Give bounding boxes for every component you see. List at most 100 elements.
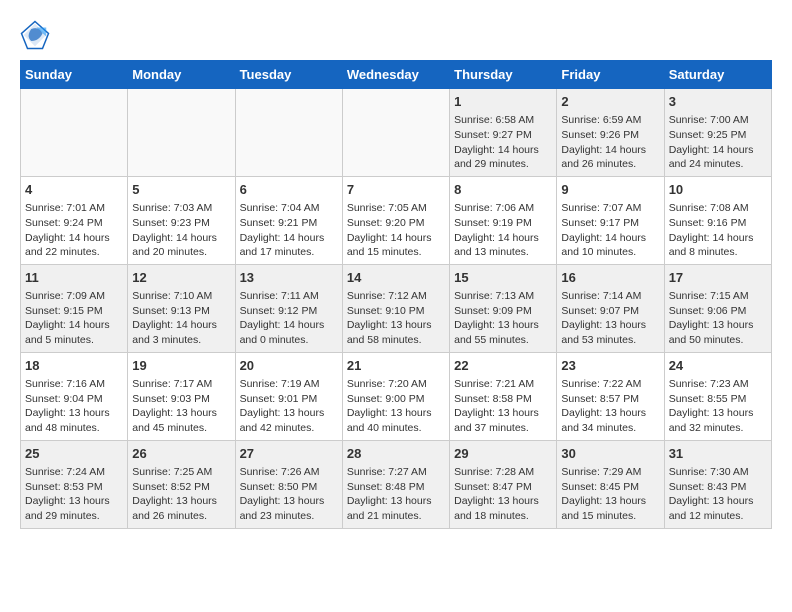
calendar-cell: 15Sunrise: 7:13 AMSunset: 9:09 PMDayligh… <box>450 264 557 352</box>
calendar-cell: 3Sunrise: 7:00 AMSunset: 9:25 PMDaylight… <box>664 89 771 177</box>
day-number: 25 <box>25 445 123 463</box>
cell-info: Sunset: 9:20 PM <box>347 216 445 231</box>
cell-info: Sunrise: 7:05 AM <box>347 201 445 216</box>
cell-info: Sunset: 9:21 PM <box>240 216 338 231</box>
cell-info: and 45 minutes. <box>132 421 230 436</box>
day-number: 16 <box>561 269 659 287</box>
calendar-cell: 26Sunrise: 7:25 AMSunset: 8:52 PMDayligh… <box>128 440 235 528</box>
calendar-cell: 12Sunrise: 7:10 AMSunset: 9:13 PMDayligh… <box>128 264 235 352</box>
calendar-cell: 11Sunrise: 7:09 AMSunset: 9:15 PMDayligh… <box>21 264 128 352</box>
day-number: 11 <box>25 269 123 287</box>
cell-info: Sunrise: 7:06 AM <box>454 201 552 216</box>
cell-info: Sunrise: 7:15 AM <box>669 289 767 304</box>
cell-info: Sunrise: 7:12 AM <box>347 289 445 304</box>
cell-info: and 26 minutes. <box>132 509 230 524</box>
cell-info: Sunset: 9:09 PM <box>454 304 552 319</box>
weekday-header-saturday: Saturday <box>664 61 771 89</box>
calendar-cell: 14Sunrise: 7:12 AMSunset: 9:10 PMDayligh… <box>342 264 449 352</box>
day-number: 15 <box>454 269 552 287</box>
day-number: 13 <box>240 269 338 287</box>
cell-info: Sunset: 8:48 PM <box>347 480 445 495</box>
day-number: 6 <box>240 181 338 199</box>
cell-info: Sunrise: 7:00 AM <box>669 113 767 128</box>
calendar-cell: 19Sunrise: 7:17 AMSunset: 9:03 PMDayligh… <box>128 352 235 440</box>
calendar-cell: 6Sunrise: 7:04 AMSunset: 9:21 PMDaylight… <box>235 176 342 264</box>
day-number: 28 <box>347 445 445 463</box>
calendar-cell: 16Sunrise: 7:14 AMSunset: 9:07 PMDayligh… <box>557 264 664 352</box>
cell-info: Daylight: 13 hours <box>240 494 338 509</box>
calendar-cell: 8Sunrise: 7:06 AMSunset: 9:19 PMDaylight… <box>450 176 557 264</box>
calendar-cell <box>342 89 449 177</box>
cell-info: Sunrise: 7:10 AM <box>132 289 230 304</box>
calendar-cell: 5 Sunrise: 7:03 AMSunset: 9:23 PMDaylight… <box>128 176 235 264</box>
cell-info: Sunset: 9:24 PM <box>25 216 123 231</box>
calendar-cell: 13Sunrise: 7:11 AMSunset: 9:12 PMDayligh… <box>235 264 342 352</box>
calendar-cell: 23Sunrise: 7:22 AMSunset: 8:57 PMDayligh… <box>557 352 664 440</box>
cell-info: and 0 minutes. <box>240 333 338 348</box>
cell-info: and 50 minutes. <box>669 333 767 348</box>
cell-info: Daylight: 13 hours <box>347 494 445 509</box>
cell-info: Sunset: 8:52 PM <box>132 480 230 495</box>
cell-info: Sunset: 9:17 PM <box>561 216 659 231</box>
day-number: 5 <box>132 181 230 199</box>
day-number: 26 <box>132 445 230 463</box>
cell-info: and 5 minutes. <box>25 333 123 348</box>
cell-info: Sunset: 9:04 PM <box>25 392 123 407</box>
cell-info: Daylight: 13 hours <box>132 406 230 421</box>
day-number: 3 <box>669 93 767 111</box>
cell-info: Sunset: 8:55 PM <box>669 392 767 407</box>
cell-info: Daylight: 13 hours <box>454 494 552 509</box>
cell-info: and 29 minutes. <box>25 509 123 524</box>
day-number: 22 <box>454 357 552 375</box>
cell-info: Sunset: 8:57 PM <box>561 392 659 407</box>
cell-info: Sunset: 9:16 PM <box>669 216 767 231</box>
cell-info: Sunset: 9:23 PM <box>132 216 230 231</box>
cell-info: Daylight: 13 hours <box>669 406 767 421</box>
logo <box>20 20 55 50</box>
day-number: 18 <box>25 357 123 375</box>
cell-info: and 24 minutes. <box>669 157 767 172</box>
weekday-header-tuesday: Tuesday <box>235 61 342 89</box>
calendar-cell <box>21 89 128 177</box>
cell-info: and 23 minutes. <box>240 509 338 524</box>
cell-info: Sunrise: 7:03 AM <box>132 201 230 216</box>
calendar-week-row: 25Sunrise: 7:24 AMSunset: 8:53 PMDayligh… <box>21 440 772 528</box>
cell-info: Sunset: 9:19 PM <box>454 216 552 231</box>
header <box>20 20 772 50</box>
cell-info: Daylight: 14 hours <box>454 143 552 158</box>
cell-info: Sunrise: 7:23 AM <box>669 377 767 392</box>
calendar-cell: 25Sunrise: 7:24 AMSunset: 8:53 PMDayligh… <box>21 440 128 528</box>
weekday-header-row: SundayMondayTuesdayWednesdayThursdayFrid… <box>21 61 772 89</box>
cell-info: Daylight: 14 hours <box>240 231 338 246</box>
weekday-header-monday: Monday <box>128 61 235 89</box>
day-number: 23 <box>561 357 659 375</box>
cell-info: Sunrise: 7:07 AM <box>561 201 659 216</box>
cell-info: and 15 minutes. <box>347 245 445 260</box>
day-number: 7 <box>347 181 445 199</box>
cell-info: Daylight: 14 hours <box>132 318 230 333</box>
calendar-table: SundayMondayTuesdayWednesdayThursdayFrid… <box>20 60 772 529</box>
cell-info: and 40 minutes. <box>347 421 445 436</box>
cell-info: Sunrise: 7:09 AM <box>25 289 123 304</box>
cell-info: and 8 minutes. <box>669 245 767 260</box>
cell-info: Sunrise: 7:29 AM <box>561 465 659 480</box>
cell-info: Sunset: 9:01 PM <box>240 392 338 407</box>
cell-info: Sunrise: 7:19 AM <box>240 377 338 392</box>
day-number: 19 <box>132 357 230 375</box>
cell-info: and 10 minutes. <box>561 245 659 260</box>
cell-info: and 34 minutes. <box>561 421 659 436</box>
cell-info: Sunset: 9:13 PM <box>132 304 230 319</box>
cell-info: Daylight: 14 hours <box>454 231 552 246</box>
day-number: 27 <box>240 445 338 463</box>
cell-info: Daylight: 13 hours <box>669 318 767 333</box>
calendar-cell: 28Sunrise: 7:27 AMSunset: 8:48 PMDayligh… <box>342 440 449 528</box>
day-number: 29 <box>454 445 552 463</box>
calendar-cell: 10Sunrise: 7:08 AMSunset: 9:16 PMDayligh… <box>664 176 771 264</box>
weekday-header-sunday: Sunday <box>21 61 128 89</box>
cell-info: Daylight: 14 hours <box>132 231 230 246</box>
cell-info: and 21 minutes. <box>347 509 445 524</box>
cell-info: Daylight: 13 hours <box>561 406 659 421</box>
cell-info: Daylight: 13 hours <box>454 406 552 421</box>
cell-info: Sunrise: 7:14 AM <box>561 289 659 304</box>
calendar-cell <box>128 89 235 177</box>
